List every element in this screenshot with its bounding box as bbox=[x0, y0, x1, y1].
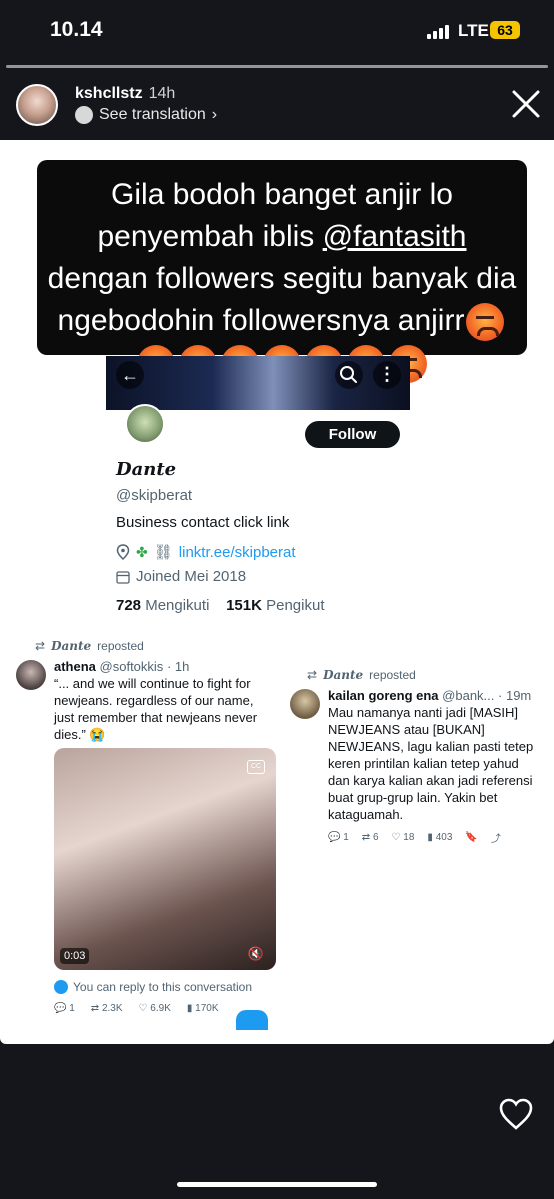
location-icon bbox=[116, 544, 130, 560]
reply-count: 1 bbox=[69, 1003, 75, 1014]
reply-count: 1 bbox=[343, 832, 349, 843]
story-progress-bar bbox=[6, 65, 548, 68]
clover-icon: ✤ bbox=[136, 543, 148, 560]
views-icon: ▮ bbox=[427, 832, 433, 843]
home-indicator[interactable] bbox=[177, 1182, 377, 1187]
captions-icon[interactable]: CC bbox=[247, 760, 265, 774]
chevron-right-icon: › bbox=[211, 106, 218, 123]
repost-indicator: ⇄ Dante reposted bbox=[307, 668, 416, 682]
tweet-actions: 💬 1 ⇄ 6 ♡ 18 ▮ 403 🔖 ⤴ bbox=[328, 830, 540, 845]
tweet-header: kailan goreng ena @bank... · 19m bbox=[328, 688, 531, 703]
like-count: 6.9K bbox=[150, 1003, 171, 1014]
video-duration: 0:03 bbox=[60, 948, 90, 964]
following-label[interactable]: Mengikuti bbox=[145, 597, 209, 614]
avatar[interactable] bbox=[16, 84, 58, 126]
repost-label: reposted bbox=[369, 668, 416, 682]
tweet-time: · 19m bbox=[498, 688, 532, 703]
tweet-author[interactable]: athena bbox=[54, 659, 96, 674]
repost-button[interactable]: ⇄ 2.3K bbox=[91, 1003, 123, 1014]
profile-banner bbox=[106, 356, 410, 410]
share-icon[interactable]: ⤴ bbox=[491, 830, 501, 845]
story-age: 14h bbox=[148, 85, 176, 102]
link-icon: ⛓ bbox=[153, 544, 173, 561]
tweet-header: athena @softokkis · 1h bbox=[54, 659, 189, 674]
repost-count: 2.3K bbox=[101, 1003, 123, 1014]
views-button[interactable]: ▮ 170K bbox=[187, 1003, 219, 1014]
compose-button[interactable] bbox=[236, 1010, 268, 1030]
back-arrow-icon[interactable]: ← bbox=[116, 361, 144, 389]
tweet-avatar[interactable] bbox=[16, 660, 46, 690]
repost-indicator: ⇄ Dante reposted bbox=[35, 639, 144, 653]
reply-notice: You can reply to this conversation bbox=[54, 980, 252, 994]
repost-icon: ⇄ bbox=[307, 668, 318, 682]
profile-handle: @skipberat bbox=[116, 487, 193, 504]
profile-avatar[interactable] bbox=[125, 404, 165, 444]
network-type: LTE bbox=[458, 21, 489, 40]
tweet-text: Mau namanya nanti jadi [MASIH] NEWJEANS … bbox=[328, 705, 534, 822]
heart-icon: ♡ bbox=[391, 832, 401, 843]
signal-icon bbox=[427, 25, 449, 39]
profile-link[interactable]: linktr.ee/skipberat bbox=[179, 544, 296, 561]
repost-label: reposted bbox=[97, 639, 144, 653]
followers-count[interactable]: 151K bbox=[226, 597, 262, 614]
views-count: 403 bbox=[435, 832, 453, 843]
story-caption: Gila bodoh banget anjir lo penyembah ibl… bbox=[37, 160, 527, 384]
tweet-video[interactable] bbox=[54, 748, 276, 970]
reply-icon: 💬 bbox=[328, 832, 341, 843]
repost-count: 6 bbox=[372, 832, 379, 843]
see-translation-label: See translation bbox=[99, 106, 206, 123]
views-button[interactable]: ▮ 403 bbox=[427, 832, 452, 843]
tweet-handle[interactable]: @bank... bbox=[442, 688, 494, 703]
caption-text-2: dengan followers segitu banyak dia ngebo… bbox=[47, 262, 517, 337]
status-time: 10.14 bbox=[50, 18, 103, 41]
reply-button[interactable]: 💬 1 bbox=[328, 832, 349, 843]
profile-name: Dante bbox=[116, 459, 177, 480]
followers-label[interactable]: Pengikut bbox=[266, 597, 324, 614]
reply-icon: 💬 bbox=[54, 1003, 67, 1014]
calendar-icon bbox=[116, 570, 130, 584]
battery-icon: 63 bbox=[490, 21, 520, 39]
tweet-author[interactable]: kailan goreng ena bbox=[328, 688, 439, 703]
views-count: 170K bbox=[195, 1003, 219, 1014]
search-icon[interactable] bbox=[335, 361, 363, 389]
heart-icon: ♡ bbox=[138, 1003, 148, 1014]
heart-icon[interactable] bbox=[498, 1097, 534, 1131]
reply-button[interactable]: 💬 1 bbox=[54, 1003, 75, 1014]
like-button[interactable]: ♡ 6.9K bbox=[139, 1003, 171, 1014]
tweet-text: “... and we will continue to fight for n… bbox=[54, 676, 258, 742]
profile-bio: Business contact click link bbox=[116, 514, 290, 531]
repost-icon: ⇄ bbox=[361, 832, 371, 843]
repost-by[interactable]: Dante bbox=[51, 639, 91, 653]
profile-meta: ✤ ⛓ linktr.ee/skipberat bbox=[116, 543, 296, 561]
caption-mention[interactable]: @fantasith bbox=[323, 220, 467, 253]
angry-face-emoji bbox=[466, 303, 505, 342]
reply-notice-text: You can reply to this conversation bbox=[73, 980, 252, 994]
following-count[interactable]: 728 bbox=[116, 597, 141, 614]
tweet-avatar[interactable] bbox=[290, 689, 320, 719]
repost-by[interactable]: Dante bbox=[323, 668, 363, 682]
tweet-handle[interactable]: @softokkis bbox=[100, 659, 164, 674]
repost-icon: ⇄ bbox=[90, 1003, 100, 1014]
repost-button[interactable]: ⇄ 6 bbox=[362, 832, 379, 843]
mute-icon[interactable]: 🔇 bbox=[247, 946, 265, 962]
like-button[interactable]: ♡ 18 bbox=[392, 832, 415, 843]
tweet-time: · 1h bbox=[166, 659, 190, 674]
views-icon: ▮ bbox=[186, 1003, 193, 1014]
story-username[interactable]: kshcllstz bbox=[75, 85, 143, 102]
people-icon bbox=[54, 980, 68, 994]
story-user-line[interactable]: kshcllstz 14h bbox=[75, 85, 175, 103]
translate-icon bbox=[75, 106, 93, 124]
repost-icon: ⇄ bbox=[35, 639, 46, 653]
more-icon[interactable]: ⋮ bbox=[373, 361, 401, 389]
like-count: 18 bbox=[403, 832, 415, 843]
follow-counts: 728 Mengikuti 151K Pengikut bbox=[116, 597, 324, 614]
see-translation-button[interactable]: See translation › bbox=[75, 106, 217, 124]
profile-joined: Joined Mei 2018 bbox=[116, 568, 246, 585]
close-icon[interactable] bbox=[510, 88, 542, 120]
follow-button[interactable]: Follow bbox=[305, 421, 400, 448]
bookmark-icon[interactable]: 🔖 bbox=[465, 832, 477, 843]
joined-text: Joined Mei 2018 bbox=[136, 568, 247, 585]
